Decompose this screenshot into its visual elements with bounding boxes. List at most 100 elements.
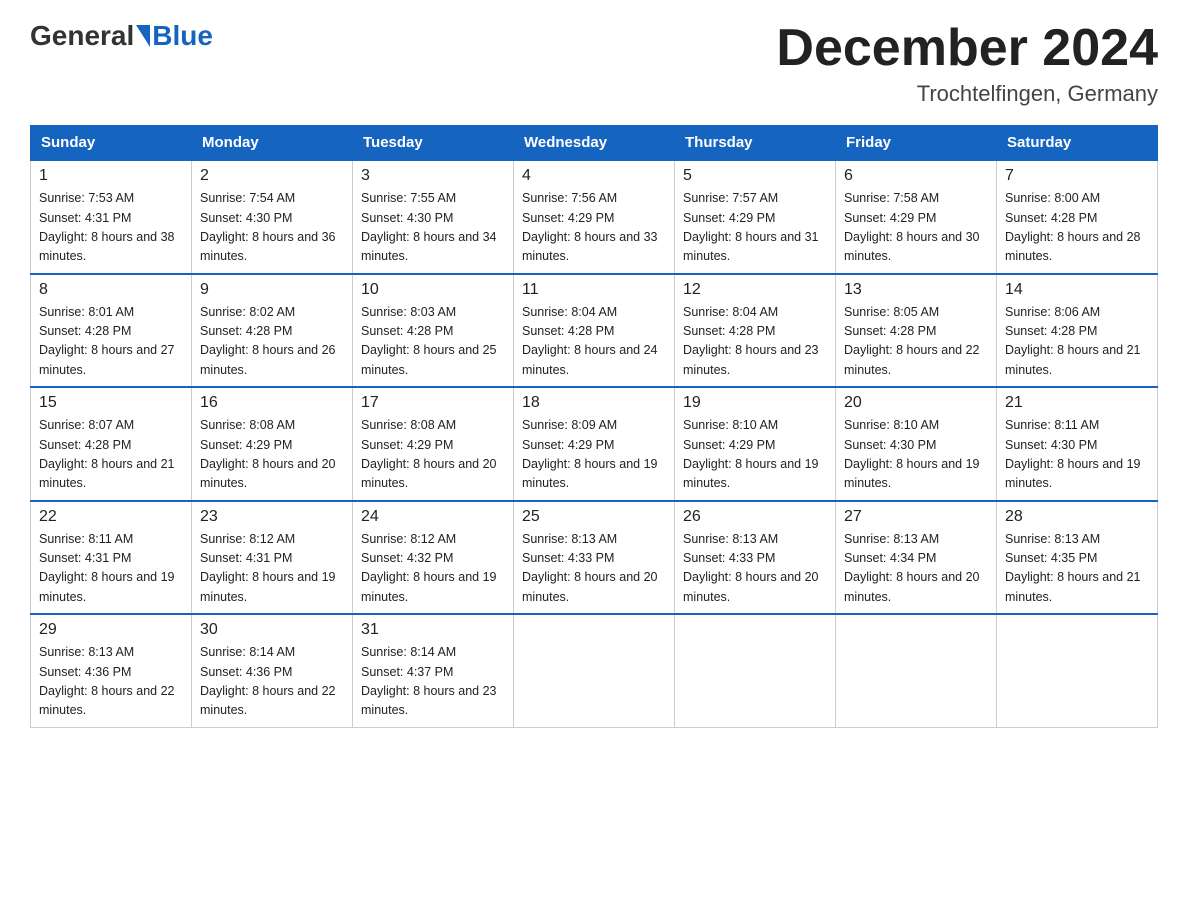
day-info: Sunrise: 7:55 AMSunset: 4:30 PMDaylight:… [361,189,505,267]
day-info: Sunrise: 8:08 AMSunset: 4:29 PMDaylight:… [200,416,344,494]
calendar-cell: 28 Sunrise: 8:13 AMSunset: 4:35 PMDaylig… [997,501,1158,615]
day-number: 10 [361,281,505,299]
calendar-cell: 10 Sunrise: 8:03 AMSunset: 4:28 PMDaylig… [353,274,514,388]
calendar-cell: 29 Sunrise: 8:13 AMSunset: 4:36 PMDaylig… [31,614,192,727]
day-number: 24 [361,508,505,526]
calendar-header-friday: Friday [836,126,997,161]
month-title: December 2024 [776,20,1158,77]
calendar-header-saturday: Saturday [997,126,1158,161]
day-info: Sunrise: 8:13 AMSunset: 4:33 PMDaylight:… [522,530,666,608]
day-number: 4 [522,167,666,185]
day-number: 29 [39,621,183,639]
calendar-cell: 27 Sunrise: 8:13 AMSunset: 4:34 PMDaylig… [836,501,997,615]
logo: General Blue [30,20,213,52]
calendar-cell [836,614,997,727]
calendar-cell: 23 Sunrise: 8:12 AMSunset: 4:31 PMDaylig… [192,501,353,615]
day-number: 31 [361,621,505,639]
calendar-cell: 21 Sunrise: 8:11 AMSunset: 4:30 PMDaylig… [997,387,1158,501]
day-number: 7 [1005,167,1149,185]
calendar-cell: 26 Sunrise: 8:13 AMSunset: 4:33 PMDaylig… [675,501,836,615]
day-info: Sunrise: 8:10 AMSunset: 4:29 PMDaylight:… [683,416,827,494]
title-block: December 2024 Trochtelfingen, Germany [776,20,1158,107]
day-info: Sunrise: 8:03 AMSunset: 4:28 PMDaylight:… [361,303,505,381]
day-info: Sunrise: 7:54 AMSunset: 4:30 PMDaylight:… [200,189,344,267]
day-info: Sunrise: 8:00 AMSunset: 4:28 PMDaylight:… [1005,189,1149,267]
day-number: 22 [39,508,183,526]
calendar-cell: 11 Sunrise: 8:04 AMSunset: 4:28 PMDaylig… [514,274,675,388]
day-info: Sunrise: 8:13 AMSunset: 4:33 PMDaylight:… [683,530,827,608]
day-number: 14 [1005,281,1149,299]
day-info: Sunrise: 8:04 AMSunset: 4:28 PMDaylight:… [522,303,666,381]
day-number: 1 [39,167,183,185]
day-number: 23 [200,508,344,526]
day-number: 19 [683,394,827,412]
calendar-cell: 2 Sunrise: 7:54 AMSunset: 4:30 PMDayligh… [192,160,353,274]
calendar-cell [675,614,836,727]
day-number: 20 [844,394,988,412]
day-number: 13 [844,281,988,299]
calendar-week-row: 1 Sunrise: 7:53 AMSunset: 4:31 PMDayligh… [31,160,1158,274]
day-info: Sunrise: 8:12 AMSunset: 4:31 PMDaylight:… [200,530,344,608]
logo-general-text: General [30,20,134,52]
day-info: Sunrise: 8:13 AMSunset: 4:35 PMDaylight:… [1005,530,1149,608]
day-info: Sunrise: 8:11 AMSunset: 4:30 PMDaylight:… [1005,416,1149,494]
calendar-cell: 13 Sunrise: 8:05 AMSunset: 4:28 PMDaylig… [836,274,997,388]
day-info: Sunrise: 8:02 AMSunset: 4:28 PMDaylight:… [200,303,344,381]
calendar-cell [997,614,1158,727]
day-info: Sunrise: 8:01 AMSunset: 4:28 PMDaylight:… [39,303,183,381]
location: Trochtelfingen, Germany [776,81,1158,107]
calendar-cell: 5 Sunrise: 7:57 AMSunset: 4:29 PMDayligh… [675,160,836,274]
day-info: Sunrise: 8:09 AMSunset: 4:29 PMDaylight:… [522,416,666,494]
day-number: 2 [200,167,344,185]
day-number: 12 [683,281,827,299]
calendar-cell: 3 Sunrise: 7:55 AMSunset: 4:30 PMDayligh… [353,160,514,274]
day-info: Sunrise: 8:14 AMSunset: 4:36 PMDaylight:… [200,643,344,721]
day-number: 17 [361,394,505,412]
day-info: Sunrise: 8:11 AMSunset: 4:31 PMDaylight:… [39,530,183,608]
logo-arrow-icon [136,25,150,47]
day-number: 30 [200,621,344,639]
calendar-header-tuesday: Tuesday [353,126,514,161]
day-number: 28 [1005,508,1149,526]
page-header: General Blue December 2024 Trochtelfinge… [30,20,1158,107]
calendar-header-sunday: Sunday [31,126,192,161]
calendar-header-row: SundayMondayTuesdayWednesdayThursdayFrid… [31,126,1158,161]
calendar-header-monday: Monday [192,126,353,161]
day-info: Sunrise: 8:10 AMSunset: 4:30 PMDaylight:… [844,416,988,494]
day-info: Sunrise: 8:06 AMSunset: 4:28 PMDaylight:… [1005,303,1149,381]
day-number: 21 [1005,394,1149,412]
day-info: Sunrise: 8:05 AMSunset: 4:28 PMDaylight:… [844,303,988,381]
day-number: 26 [683,508,827,526]
calendar-week-row: 29 Sunrise: 8:13 AMSunset: 4:36 PMDaylig… [31,614,1158,727]
day-number: 11 [522,281,666,299]
day-number: 27 [844,508,988,526]
calendar-cell: 20 Sunrise: 8:10 AMSunset: 4:30 PMDaylig… [836,387,997,501]
day-number: 18 [522,394,666,412]
calendar-cell: 12 Sunrise: 8:04 AMSunset: 4:28 PMDaylig… [675,274,836,388]
day-info: Sunrise: 7:58 AMSunset: 4:29 PMDaylight:… [844,189,988,267]
calendar-header-thursday: Thursday [675,126,836,161]
logo-blue-text: Blue [152,20,213,52]
calendar-cell: 1 Sunrise: 7:53 AMSunset: 4:31 PMDayligh… [31,160,192,274]
day-info: Sunrise: 7:53 AMSunset: 4:31 PMDaylight:… [39,189,183,267]
day-info: Sunrise: 8:04 AMSunset: 4:28 PMDaylight:… [683,303,827,381]
day-number: 9 [200,281,344,299]
calendar-cell: 22 Sunrise: 8:11 AMSunset: 4:31 PMDaylig… [31,501,192,615]
day-number: 15 [39,394,183,412]
day-number: 5 [683,167,827,185]
calendar-cell: 16 Sunrise: 8:08 AMSunset: 4:29 PMDaylig… [192,387,353,501]
day-number: 25 [522,508,666,526]
day-info: Sunrise: 8:14 AMSunset: 4:37 PMDaylight:… [361,643,505,721]
calendar-cell: 8 Sunrise: 8:01 AMSunset: 4:28 PMDayligh… [31,274,192,388]
calendar-week-row: 22 Sunrise: 8:11 AMSunset: 4:31 PMDaylig… [31,501,1158,615]
day-info: Sunrise: 8:13 AMSunset: 4:34 PMDaylight:… [844,530,988,608]
calendar-cell: 17 Sunrise: 8:08 AMSunset: 4:29 PMDaylig… [353,387,514,501]
calendar-cell: 24 Sunrise: 8:12 AMSunset: 4:32 PMDaylig… [353,501,514,615]
day-info: Sunrise: 8:07 AMSunset: 4:28 PMDaylight:… [39,416,183,494]
calendar-cell [514,614,675,727]
calendar-cell: 9 Sunrise: 8:02 AMSunset: 4:28 PMDayligh… [192,274,353,388]
calendar-week-row: 8 Sunrise: 8:01 AMSunset: 4:28 PMDayligh… [31,274,1158,388]
day-info: Sunrise: 8:13 AMSunset: 4:36 PMDaylight:… [39,643,183,721]
calendar-week-row: 15 Sunrise: 8:07 AMSunset: 4:28 PMDaylig… [31,387,1158,501]
day-number: 16 [200,394,344,412]
